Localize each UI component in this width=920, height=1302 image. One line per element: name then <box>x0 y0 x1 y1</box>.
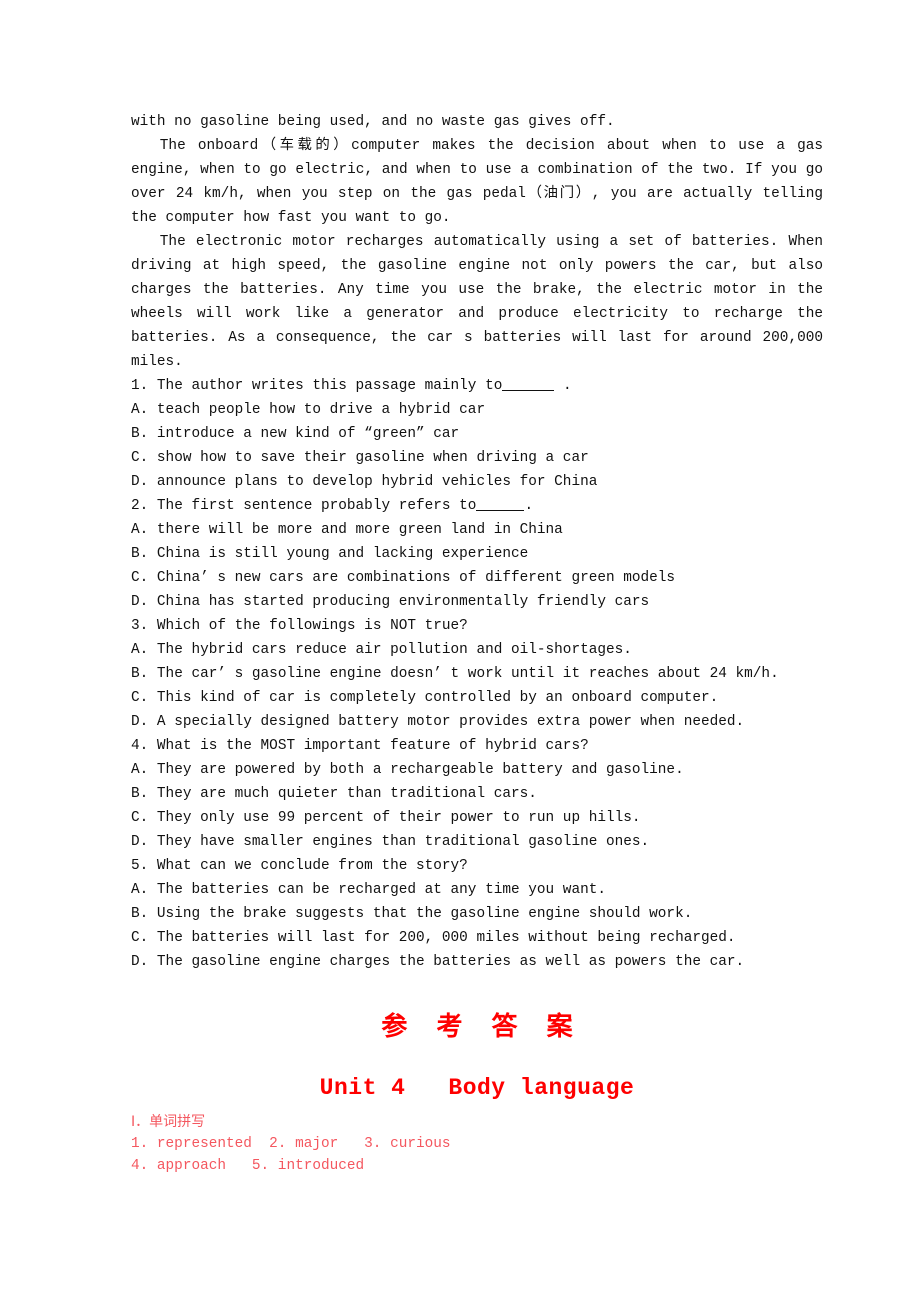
question-5-number: 5. <box>131 858 149 874</box>
question-3-option-d[interactable]: D. A specially designed battery motor pr… <box>131 710 823 734</box>
passage-paragraph-2: The electronic motor recharges automatic… <box>131 234 823 370</box>
question-5-option-d[interactable]: D. The gasoline engine charges the batte… <box>131 950 823 974</box>
question-1-stem-after-blank: . <box>554 378 572 394</box>
option-text: show how to save their gasoline when dri… <box>156 450 589 466</box>
question-2-option-b[interactable]: B. China is still young and lacking expe… <box>131 542 823 566</box>
question-1-option-c[interactable]: C. show how to save their gasoline when … <box>131 446 823 470</box>
option-letter: B. <box>131 786 149 802</box>
option-letter: D. <box>131 474 149 490</box>
question-5-option-a[interactable]: A. The batteries can be recharged at any… <box>131 878 823 902</box>
question-3-option-a[interactable]: A. The hybrid cars reduce air pollution … <box>131 638 823 662</box>
option-text: They are powered by both a rechargeable … <box>156 762 684 778</box>
question-4-number: 4. <box>131 738 149 754</box>
option-text: This kind of car is completely controlle… <box>156 690 719 706</box>
option-text: China has started producing environmenta… <box>156 594 650 610</box>
option-letter: D. <box>131 594 149 610</box>
question-4-option-c[interactable]: C. They only use 99 percent of their pow… <box>131 806 823 830</box>
question-4-stem: 4. What is the MOST important feature of… <box>131 734 823 758</box>
option-letter: A. <box>131 522 149 538</box>
question-4-option-a[interactable]: A. They are powered by both a rechargeab… <box>131 758 823 782</box>
question-1-option-b[interactable]: B. introduce a new kind of “green” car <box>131 422 823 446</box>
passage-paragraph-1: The onboard（车载的）computer makes the decis… <box>131 138 823 226</box>
option-text: The hybrid cars reduce air pollution and… <box>156 642 632 658</box>
option-text: Using the brake suggests that the gasoli… <box>156 906 693 922</box>
question-2-answer-blank[interactable] <box>476 498 525 511</box>
option-letter: C. <box>131 450 149 466</box>
document-page: with no gasoline being used, and no wast… <box>0 0 920 1302</box>
question-3-stem: 3. Which of the followings is NOT true? <box>131 614 823 638</box>
question-1-option-d[interactable]: D. announce plans to develop hybrid vehi… <box>131 470 823 494</box>
option-text: China’ s new cars are combinations of di… <box>156 570 676 586</box>
unit-title: Unit 4 Body language <box>319 1075 635 1101</box>
question-5-option-c[interactable]: C. The batteries will last for 200, 000 … <box>131 926 823 950</box>
answer-key-heading: 参 考 答 案 <box>381 1012 583 1042</box>
option-text: The car’ s gasoline engine doesn’ t work… <box>156 666 779 682</box>
question-1-option-a[interactable]: A. teach people how to drive a hybrid ca… <box>131 398 823 422</box>
option-text: They are much quieter than traditional c… <box>156 786 537 802</box>
question-1-stem-text <box>148 378 157 394</box>
option-letter: C. <box>131 810 149 826</box>
option-text: announce plans to develop hybrid vehicle… <box>156 474 598 490</box>
option-letter: B. <box>131 666 149 682</box>
question-2-option-c[interactable]: C. China’ s new cars are combinations of… <box>131 566 823 590</box>
option-letter: A. <box>131 642 149 658</box>
option-text: The batteries can be recharged at any ti… <box>156 882 606 898</box>
question-2-option-d[interactable]: D. China has started producing environme… <box>131 590 823 614</box>
question-2-stem-before-blank: The first sentence probably refers to <box>156 498 477 514</box>
question-5-stem: 5. What can we conclude from the story? <box>131 854 823 878</box>
option-letter: D. <box>131 954 149 970</box>
question-1-stem-before-blank: The author writes this passage mainly to <box>156 378 503 394</box>
option-text: They have smaller engines than tradition… <box>156 834 650 850</box>
question-2-option-a[interactable]: A. there will be more and more green lan… <box>131 518 823 542</box>
option-letter: C. <box>131 930 149 946</box>
option-text: China is still young and lacking experie… <box>156 546 529 562</box>
option-letter: D. <box>131 714 149 730</box>
option-text: They only use 99 percent of their power … <box>156 810 641 826</box>
option-letter: C. <box>131 690 149 706</box>
option-text: there will be more and more green land i… <box>156 522 563 538</box>
option-text: introduce a new kind of “green” car <box>156 426 460 442</box>
answer-line-2: 4. approach 5. introduced <box>131 1158 365 1174</box>
question-4-option-d[interactable]: D. They have smaller engines than tradit… <box>131 830 823 854</box>
option-letter: A. <box>131 762 149 778</box>
question-3-option-b[interactable]: B. The car’ s gasoline engine doesn’ t w… <box>131 662 823 686</box>
question-5-option-b[interactable]: B. Using the brake suggests that the gas… <box>131 902 823 926</box>
option-text: A specially designed battery motor provi… <box>156 714 745 730</box>
question-4-stem-text: What is the MOST important feature of hy… <box>156 738 589 754</box>
option-letter: B. <box>131 426 149 442</box>
option-letter: D. <box>131 834 149 850</box>
option-letter: C. <box>131 570 149 586</box>
question-1-answer-blank[interactable] <box>502 378 555 391</box>
option-text: The batteries will last for 200, 000 mil… <box>156 930 736 946</box>
question-3-stem-text: Which of the followings is NOT true? <box>156 618 468 634</box>
question-3-option-c[interactable]: C. This kind of car is completely contro… <box>131 686 823 710</box>
question-1-number: 1. <box>131 378 149 394</box>
option-letter: B. <box>131 906 149 922</box>
option-letter: A. <box>131 882 149 898</box>
question-2-number: 2. <box>131 498 149 514</box>
option-text: teach people how to drive a hybrid car <box>156 402 486 418</box>
question-5-stem-text: What can we conclude from the story? <box>156 858 468 874</box>
passage-continuation-line: with no gasoline being used, and no wast… <box>131 114 615 130</box>
option-text: The gasoline engine charges the batterie… <box>156 954 745 970</box>
question-2-stem-after-blank: . <box>524 498 534 514</box>
question-2-stem: 2. The first sentence probably refers to… <box>131 494 823 518</box>
answer-line-1: 1. represented 2. major 3. curious <box>131 1136 451 1152</box>
question-3-number: 3. <box>131 618 149 634</box>
page-content: with no gasoline being used, and no wast… <box>131 110 823 1177</box>
option-letter: A. <box>131 402 149 418</box>
option-letter: B. <box>131 546 149 562</box>
question-4-option-b[interactable]: B. They are much quieter than traditiona… <box>131 782 823 806</box>
question-1-stem: 1. The author writes this passage mainly… <box>131 374 823 398</box>
answer-section-heading-1: Ⅰ．单词拼写 <box>131 1114 206 1130</box>
